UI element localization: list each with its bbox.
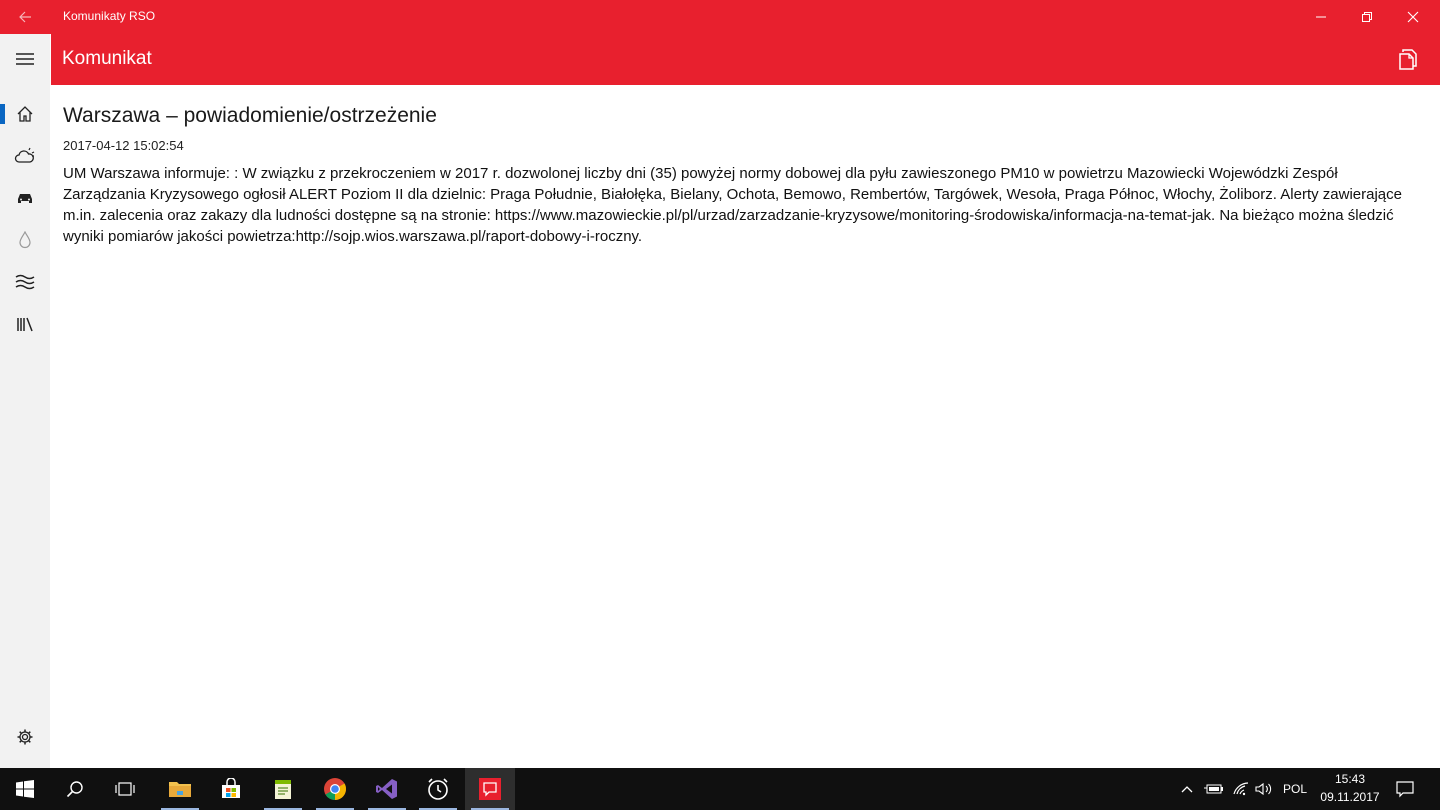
network-button[interactable] bbox=[1229, 768, 1255, 810]
message-content: Warszawa – powiadomienie/ostrzeżenie 201… bbox=[63, 104, 1423, 247]
folder-icon bbox=[169, 782, 191, 797]
chrome-icon bbox=[324, 778, 346, 800]
nav-home[interactable] bbox=[0, 94, 50, 134]
input-language-indicator[interactable]: POL bbox=[1279, 768, 1311, 810]
task-view-button[interactable] bbox=[100, 768, 150, 810]
close-icon bbox=[1407, 11, 1419, 23]
volume-button[interactable] bbox=[1253, 768, 1275, 810]
gear-icon bbox=[17, 729, 33, 745]
home-icon bbox=[17, 106, 33, 122]
close-button[interactable] bbox=[1390, 0, 1436, 34]
restore-button[interactable] bbox=[1344, 0, 1390, 34]
search-button[interactable] bbox=[50, 768, 100, 810]
battery-icon bbox=[1204, 784, 1223, 794]
page-header: Komunikat bbox=[51, 34, 1440, 85]
rso-app-icon bbox=[479, 778, 501, 800]
store-button[interactable] bbox=[206, 768, 256, 810]
window-title: Komunikaty RSO bbox=[63, 9, 156, 23]
notification-icon bbox=[1396, 781, 1414, 798]
nav-settings[interactable] bbox=[0, 717, 50, 757]
message-title: Warszawa – powiadomienie/ostrzeżenie bbox=[63, 104, 437, 127]
store-icon bbox=[222, 778, 240, 798]
hamburger-menu-button[interactable] bbox=[0, 39, 50, 79]
back-arrow-icon bbox=[19, 11, 31, 23]
search-icon bbox=[66, 781, 83, 798]
notes-app-button[interactable] bbox=[258, 768, 308, 810]
taskbar: POL 15:43 09.11.2017 bbox=[0, 768, 1440, 810]
start-button[interactable] bbox=[0, 768, 50, 810]
speaker-icon bbox=[1255, 782, 1272, 796]
taskbar-clock[interactable]: 15:43 09.11.2017 bbox=[1314, 770, 1386, 806]
car-icon bbox=[18, 194, 32, 203]
wifi-icon bbox=[1233, 782, 1249, 796]
library-icon bbox=[17, 317, 33, 332]
copy-button[interactable] bbox=[1396, 47, 1420, 71]
hamburger-icon bbox=[16, 53, 34, 65]
alarms-clock-button[interactable] bbox=[413, 768, 463, 810]
minimize-icon bbox=[1316, 16, 1326, 18]
task-view-icon bbox=[115, 782, 135, 796]
title-bar: Komunikaty RSO bbox=[0, 0, 1440, 34]
alarm-clock-icon bbox=[428, 778, 448, 800]
page-title: Komunikat bbox=[62, 48, 152, 69]
clock-time: 15:43 bbox=[1334, 772, 1366, 786]
nav-weather[interactable] bbox=[0, 136, 50, 176]
nav-library[interactable] bbox=[0, 304, 50, 344]
copy-icon bbox=[1399, 49, 1417, 70]
minimize-button[interactable] bbox=[1298, 0, 1344, 34]
weather-icon bbox=[14, 147, 35, 163]
action-center-button[interactable] bbox=[1390, 768, 1420, 810]
chrome-button[interactable] bbox=[310, 768, 360, 810]
show-hidden-icons-button[interactable] bbox=[1176, 768, 1198, 810]
battery-button[interactable] bbox=[1201, 768, 1227, 810]
komunikaty-rso-button[interactable] bbox=[465, 768, 515, 810]
water-drop-icon bbox=[19, 231, 31, 249]
back-button[interactable] bbox=[0, 0, 50, 34]
visual-studio-button[interactable] bbox=[362, 768, 412, 810]
nav-floods[interactable] bbox=[0, 262, 50, 302]
message-date: 2017-04-12 15:02:54 bbox=[63, 138, 184, 153]
restore-icon bbox=[1362, 12, 1372, 22]
visual-studio-icon bbox=[376, 779, 397, 799]
notepad-icon bbox=[275, 780, 291, 799]
chevron-up-icon bbox=[1181, 786, 1193, 793]
file-explorer-button[interactable] bbox=[155, 768, 205, 810]
message-body: UM Warszawa informuje: : W związku z prz… bbox=[63, 165, 1402, 245]
waves-icon bbox=[15, 274, 35, 290]
nav-traffic[interactable] bbox=[0, 178, 50, 218]
nav-water[interactable] bbox=[0, 220, 50, 260]
clock-date: 09.11.2017 bbox=[1320, 790, 1380, 804]
windows-logo-icon bbox=[16, 780, 34, 798]
navigation-rail bbox=[0, 34, 50, 768]
